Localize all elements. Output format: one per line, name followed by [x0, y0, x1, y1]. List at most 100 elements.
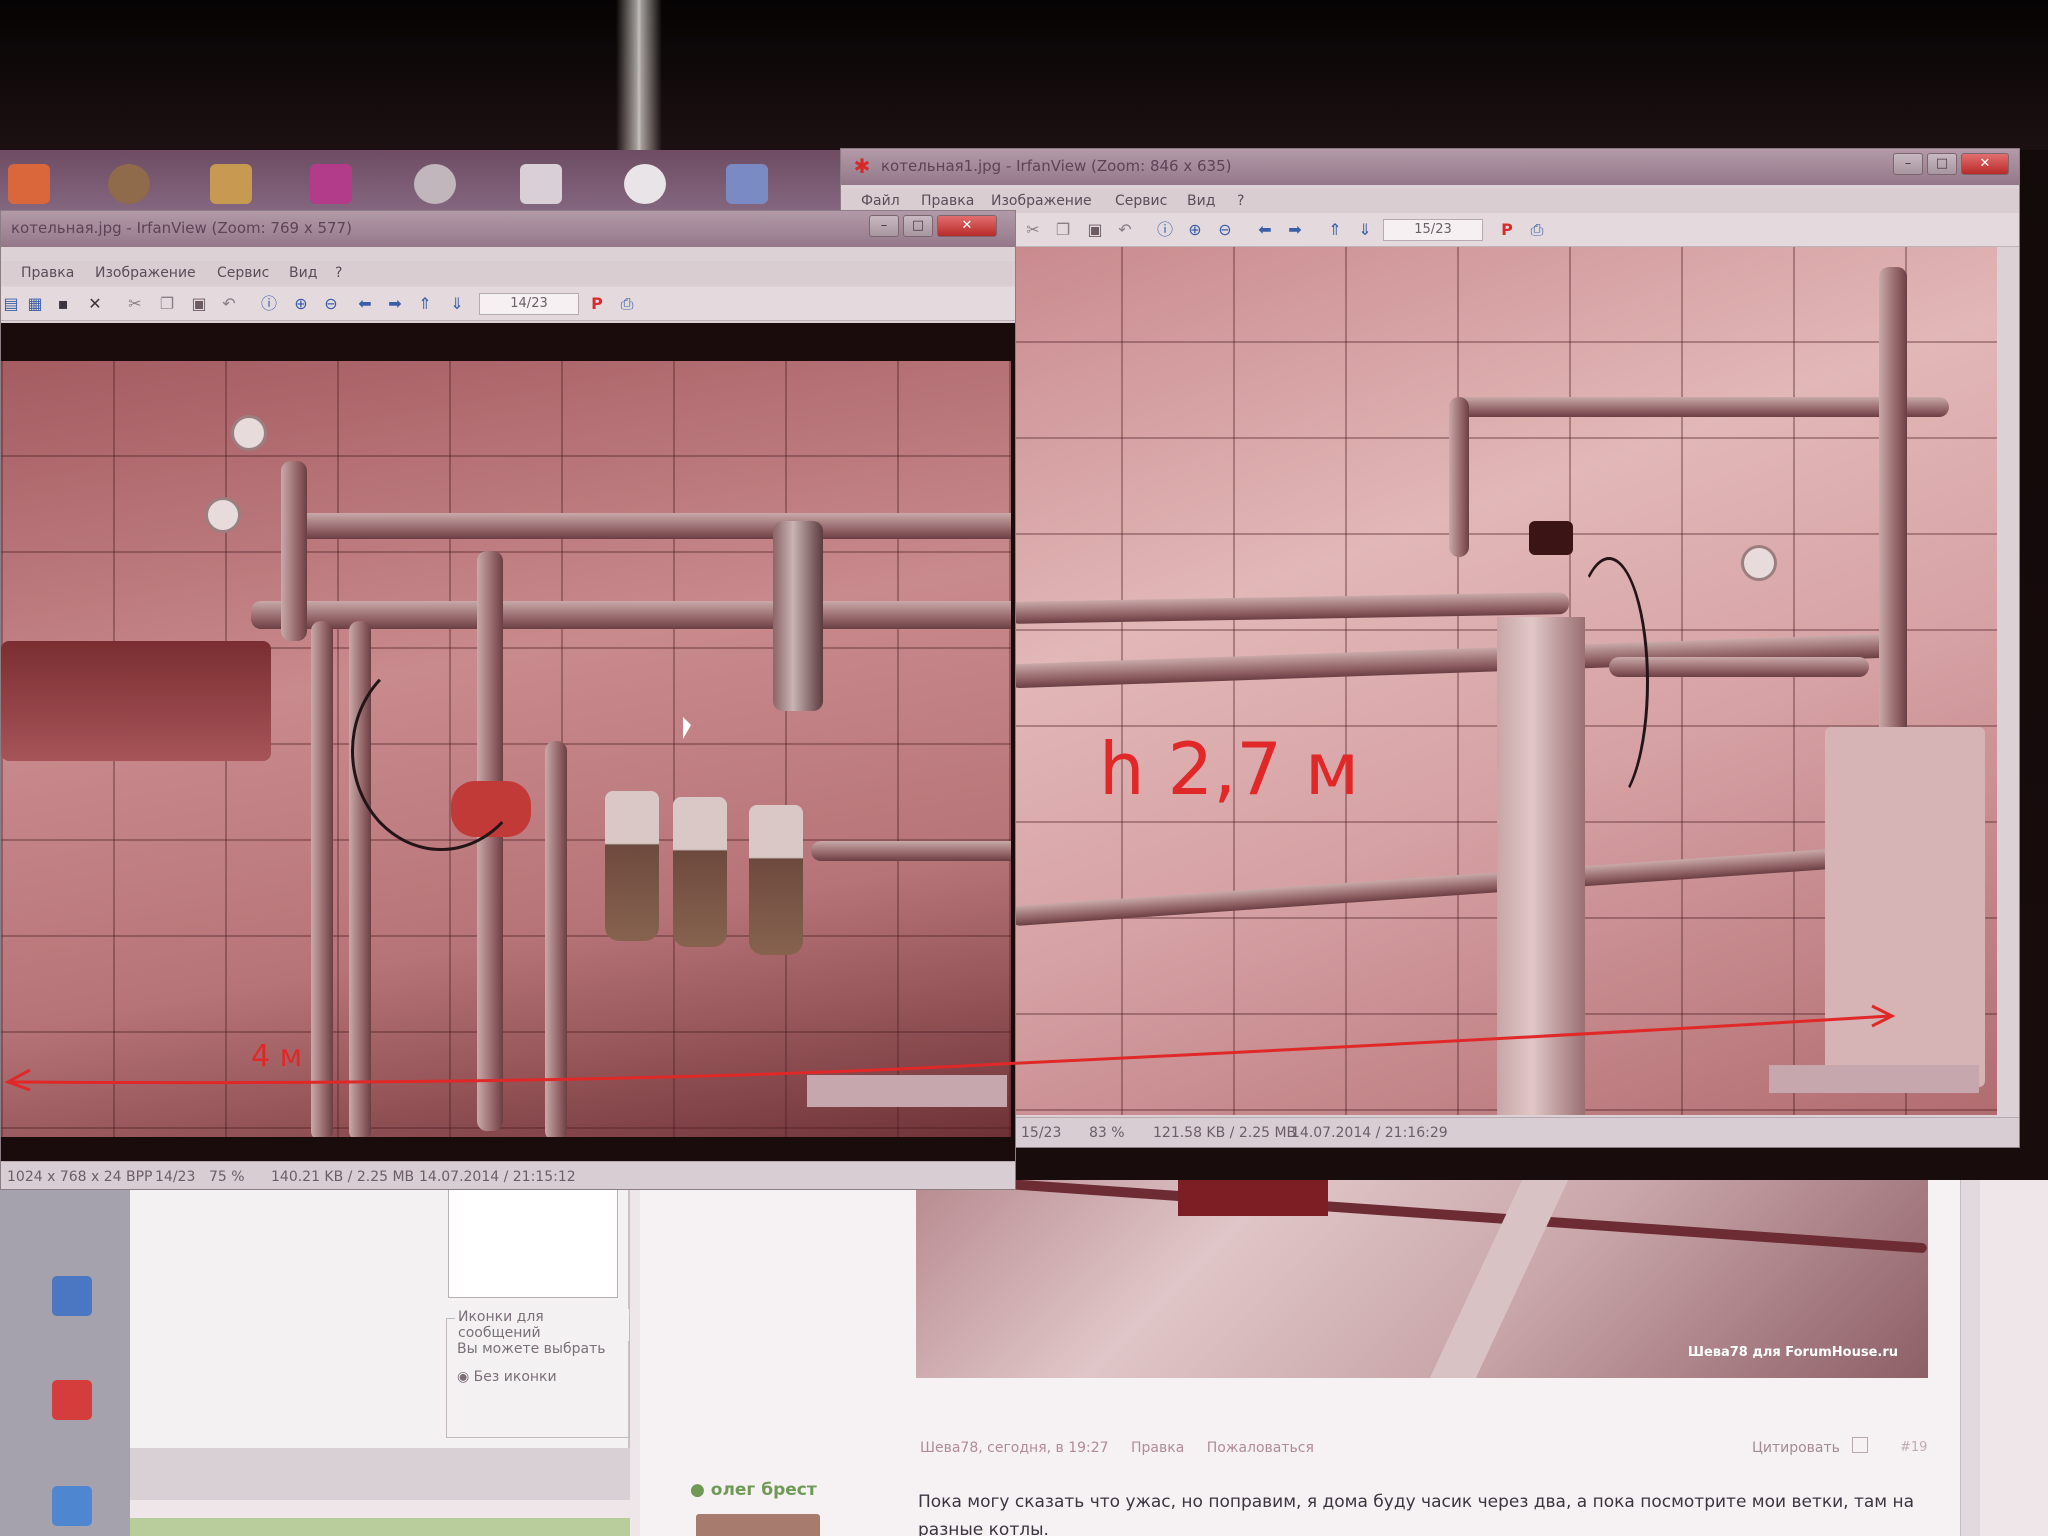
window-title: котельная1.jpg - IrfanView (Zoom: 846 x …: [881, 157, 1232, 175]
first-icon[interactable]: ⇑: [415, 294, 435, 314]
shortcut-icon[interactable]: [52, 1380, 92, 1420]
disc-icon[interactable]: [414, 164, 456, 204]
photo-device: [1178, 1180, 1328, 1216]
print-icon[interactable]: ⎙: [1527, 220, 1547, 240]
page-scrollbar[interactable]: [1960, 1180, 1980, 1536]
toolbar: ▤ ▦ ▪ ✕ ✂ ❐ ▣ ↶ ⓘ ⊕ ⊖ ⬅ ➡ ⇑ ⇓ 14/23 P ⎙: [1, 287, 1015, 321]
zoom-in-icon[interactable]: ⊕: [291, 294, 311, 314]
status-bar: 1024 x 768 x 24 BPP 14/23 75 % 140.21 KB…: [1, 1161, 1015, 1189]
undo-icon[interactable]: ↶: [1115, 220, 1135, 240]
document-icon[interactable]: [520, 164, 562, 204]
close-button[interactable]: ✕: [1961, 153, 2009, 175]
irfanview-window-right: ✱ котельная1.jpg - IrfanView (Zoom: 846 …: [840, 148, 2020, 1148]
network-icon[interactable]: [624, 164, 666, 204]
delete-icon[interactable]: ✕: [85, 294, 105, 314]
menu-image[interactable]: Изображение: [95, 265, 196, 281]
last-icon[interactable]: ⇓: [1355, 220, 1375, 240]
thumbnails-icon[interactable]: ▦: [25, 294, 45, 314]
menu-file[interactable]: Файл: [861, 193, 900, 209]
multiquote-checkbox[interactable]: [1852, 1437, 1868, 1453]
minimize-button[interactable]: –: [869, 215, 899, 237]
panel-bottom-bar: [130, 1518, 630, 1536]
maximize-button[interactable]: □: [1927, 153, 1957, 175]
edit-link[interactable]: Правка: [1131, 1440, 1184, 1456]
cut-icon[interactable]: ✂: [125, 294, 145, 314]
next-icon[interactable]: ➡: [1285, 220, 1305, 240]
word-icon[interactable]: [726, 164, 768, 204]
desktop-shortcuts-column: [0, 1180, 130, 1536]
print-icon[interactable]: ⎙: [617, 294, 637, 314]
post-text: Пока могу сказать что ужас, но поправим,…: [918, 1492, 1915, 1536]
pipe: [1449, 397, 1469, 557]
height-annotation: h 2,7 м: [1099, 727, 1360, 811]
last-icon[interactable]: ⇓: [447, 294, 467, 314]
first-icon[interactable]: ⇑: [1325, 220, 1345, 240]
title-bar[interactable]: котельная.jpg - IrfanView (Zoom: 769 x 5…: [1, 211, 1015, 247]
menu-help[interactable]: ?: [335, 265, 342, 281]
minimize-button[interactable]: –: [1893, 153, 1923, 175]
paint-icon[interactable]: P: [587, 294, 607, 314]
menu-view[interactable]: Вид: [289, 265, 317, 281]
copy-icon[interactable]: ❐: [157, 294, 177, 314]
maximize-button[interactable]: □: [903, 215, 933, 237]
menu-help[interactable]: ?: [1237, 193, 1244, 209]
status-counter: 15/23: [1021, 1125, 1062, 1141]
menu-edit[interactable]: Правка: [921, 193, 974, 209]
no-icon-radio[interactable]: ◉ Без иконки: [457, 1369, 557, 1385]
next-icon[interactable]: ➡: [385, 294, 405, 314]
pipe: [1449, 397, 1949, 417]
pressure-gauge: [231, 415, 267, 451]
graphics-app-icon[interactable]: [310, 164, 352, 204]
window-title: котельная.jpg - IrfanView (Zoom: 769 x 5…: [11, 219, 352, 237]
water-filter: [749, 805, 803, 955]
report-link[interactable]: Пожаловаться: [1207, 1440, 1314, 1456]
previous-icon[interactable]: ⬅: [355, 294, 375, 314]
zoom-out-icon[interactable]: ⊖: [1215, 220, 1235, 240]
shortcut-icon[interactable]: [52, 1276, 92, 1316]
cut-icon[interactable]: ✂: [1023, 220, 1043, 240]
menu-view[interactable]: Вид: [1187, 193, 1215, 209]
avatar[interactable]: [696, 1514, 820, 1536]
boiler-unit: [1825, 727, 1985, 1087]
room-lamp-reflection: [616, 0, 662, 150]
quote-link[interactable]: Цитировать: [1752, 1440, 1840, 1456]
paint-icon[interactable]: P: [1497, 220, 1517, 240]
photographed-screen: Иконки для сообщений Вы можете выбрать ◉…: [0, 0, 2048, 1536]
image-counter[interactable]: 15/23: [1383, 219, 1483, 241]
irfanview-window-left: котельная.jpg - IrfanView (Zoom: 769 x 5…: [0, 210, 1016, 1190]
menu-tools[interactable]: Сервис: [217, 265, 269, 281]
valve-actuator: [1529, 521, 1573, 555]
folder-icon[interactable]: [210, 164, 252, 204]
post-number[interactable]: #19: [1900, 1440, 1927, 1455]
paste-icon[interactable]: ▣: [189, 294, 209, 314]
info-icon[interactable]: ⓘ: [259, 294, 279, 314]
menu-image[interactable]: Изображение: [991, 193, 1092, 209]
menu-tools[interactable]: Сервис: [1115, 193, 1167, 209]
save-icon[interactable]: ▪: [53, 294, 73, 314]
reply-editor-box[interactable]: [448, 1180, 618, 1298]
info-icon[interactable]: ⓘ: [1155, 220, 1175, 240]
title-bar[interactable]: ✱ котельная1.jpg - IrfanView (Zoom: 846 …: [841, 149, 2019, 185]
image-counter[interactable]: 14/23: [479, 293, 579, 315]
status-datetime: 14.07.2014 / 21:16:29: [1291, 1125, 1448, 1141]
open-icon[interactable]: ▤: [1, 294, 21, 314]
zoom-out-icon[interactable]: ⊖: [321, 294, 341, 314]
menu-edit[interactable]: Правка: [21, 265, 74, 281]
office-app-icon[interactable]: [8, 164, 50, 204]
hydraulic-separator: [773, 521, 823, 711]
fieldset-legend: Иконки для сообщений: [455, 1309, 629, 1341]
media-app-icon[interactable]: [108, 164, 150, 204]
previous-icon[interactable]: ⬅: [1255, 220, 1275, 240]
paste-icon[interactable]: ▣: [1085, 220, 1105, 240]
close-button[interactable]: ✕: [937, 215, 997, 237]
water-filter: [673, 797, 727, 947]
shortcut-icon[interactable]: [52, 1486, 92, 1526]
post-username[interactable]: ● олег брест: [690, 1480, 817, 1500]
status-datetime: 14.07.2014 / 21:15:12: [419, 1169, 576, 1185]
status-filesize: 121.58 KB / 2.25 MB: [1153, 1125, 1297, 1141]
status-zoom: 75 %: [209, 1169, 245, 1185]
zoom-in-icon[interactable]: ⊕: [1185, 220, 1205, 240]
attached-photo[interactable]: Шева78 для ForumHouse.ru: [916, 1180, 1928, 1378]
undo-icon[interactable]: ↶: [219, 294, 239, 314]
copy-icon[interactable]: ❐: [1053, 220, 1073, 240]
